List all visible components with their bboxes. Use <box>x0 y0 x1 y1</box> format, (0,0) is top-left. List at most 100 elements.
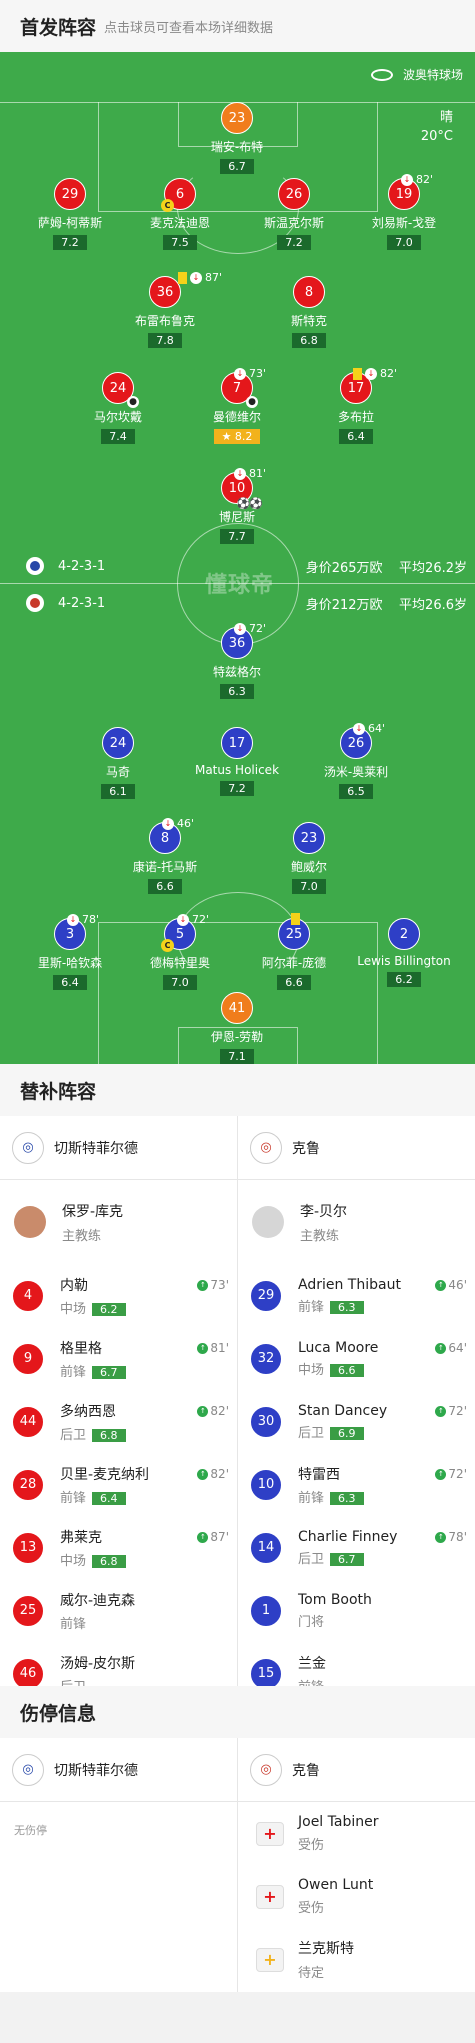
player-number: 41 <box>221 992 253 1024</box>
home-player-19[interactable]: 19 ↓ 82' 刘易斯-戈登 7.0 <box>342 173 466 250</box>
away-formation-row: 4-2-3-1 <box>26 594 105 612</box>
sub-off-icon: ↓ <box>353 722 365 735</box>
no-injury-text: 无伤停 <box>14 1824 47 1837</box>
injured-player-name: Owen Lunt <box>298 1877 374 1893</box>
player-name: 康诺-托马斯 <box>132 860 198 874</box>
home-player-goalkeeper[interactable]: 23 瑞安-布特 6.7 <box>175 102 299 174</box>
away-player-3[interactable]: 3 ↓ 78' 里斯-哈钦森 6.4 <box>8 913 132 990</box>
home-team-logo: ◎ <box>12 1753 44 1786</box>
substitution-marker: ↓ 87' <box>178 271 222 284</box>
sub-minute: 82' <box>380 367 398 380</box>
away-player-25[interactable]: 25 阿尔菲-庞德 6.6 <box>232 913 356 990</box>
away-player-17[interactable]: 17 Matus Holicek 7.2 <box>175 727 299 796</box>
injury-status: 待定 <box>298 1966 325 1981</box>
home-average-age: 平均26.2岁 <box>399 561 467 576</box>
sub-name: Tom Booth <box>298 1591 372 1608</box>
home-sub-row[interactable]: 13 弗莱克 中场 6.8 ↑ 87' <box>0 1516 237 1579</box>
sub-minute: 73' <box>249 367 267 380</box>
weather: 晴 20°C <box>421 108 453 146</box>
away-player-36[interactable]: 36 ↓ 72' 特兹格尔 6.3 <box>175 622 299 699</box>
home-player-24[interactable]: 24 ● 马尔坎戴 7.4 <box>56 372 180 444</box>
home-sub-row[interactable]: 28 贝里-麦克纳利 前锋 6.4 ↑ 82' <box>0 1453 237 1516</box>
home-team-row[interactable]: ◎ 切斯特菲尔德 <box>0 1738 237 1802</box>
sub-minute: 72' <box>448 1467 467 1481</box>
player-rating: 6.7 <box>220 159 254 174</box>
injury-title: 伤停信息 <box>20 1702 97 1725</box>
injury-header: 伤停信息 <box>0 1686 475 1738</box>
injury-section: ◎ 切斯特菲尔德 无伤停 ◎ 克鲁 + Joel Tabiner 受伤 + Owen … <box>0 1738 475 1992</box>
player-number: 24 <box>109 380 127 396</box>
player-name: 布雷布鲁克 <box>134 314 195 328</box>
sub-on-icon: ↑ <box>435 1468 447 1480</box>
injury-row[interactable]: + Joel Tabiner 受伤 <box>238 1802 475 1865</box>
home-player-7[interactable]: 7 ● ↓ 73' 曼德维尔 ★ 8.2 <box>175 367 299 444</box>
player-rating: 8.2 <box>234 430 253 443</box>
home-team-row[interactable]: ◎ 切斯特菲尔德 <box>0 1116 237 1180</box>
home-player-36[interactable]: 36 ↓ 87' 布雷布鲁克 7.8 <box>103 271 227 348</box>
player-rating: 6.2 <box>387 972 421 987</box>
away-player-8[interactable]: 8 ↓ 46' 康诺-托马斯 6.6 <box>103 817 227 894</box>
away-formation: 4-2-3-1 <box>58 595 106 611</box>
home-player-26[interactable]: 26 斯温克尔斯 7.2 <box>232 178 356 250</box>
player-rating: 7.4 <box>101 429 135 444</box>
home-player-29[interactable]: 29 萨姆-柯蒂斯 7.2 <box>8 178 132 250</box>
subs-section: ◎ 切斯特菲尔德 保罗-库克 主教练 4 内勒 中场 6.2 ↑ 73' 9 格里格 前锋 6.7… <box>0 1116 475 1695</box>
sub-on-icon: ↑ <box>435 1405 447 1417</box>
away-sub-row[interactable]: 10 特雷西 前锋 6.3 ↑ 72' <box>238 1453 475 1516</box>
player-name: 斯温克尔斯 <box>263 216 324 230</box>
assist-icon: ● <box>246 396 258 408</box>
sub-minute: 72' <box>192 913 210 926</box>
player-rating: 7.8 <box>148 333 182 348</box>
sub-rating: 6.3 <box>330 1491 364 1505</box>
away-player-24[interactable]: 24 马奇 6.1 <box>56 727 180 799</box>
substitution-marker: ↓ 72' <box>234 622 266 635</box>
lineup-title: 首发阵容 <box>20 16 97 39</box>
away-player-2[interactable]: 2 Lewis Billington 6.2 <box>342 918 466 987</box>
sub-minute: 87' <box>210 1530 229 1544</box>
player-number: 8 <box>160 830 170 846</box>
player-rating: 6.5 <box>339 784 373 799</box>
home-player-17[interactable]: 17 ↓ 82' 多布拉 6.4 <box>294 367 418 444</box>
away-player-23[interactable]: 23 鲍威尔 7.0 <box>247 822 371 894</box>
home-sub-row[interactable]: 4 内勒 中场 6.2 ↑ 73' <box>0 1264 237 1327</box>
away-player-5[interactable]: 5C ↓ 72' 德梅特里奥 7.0 <box>118 913 242 990</box>
home-player-6[interactable]: 6C 麦克法迪恩 7.5 <box>118 178 242 250</box>
injury-row[interactable]: + 兰克斯特 待定 <box>238 1928 475 1991</box>
sub-rating: 6.8 <box>92 1554 126 1568</box>
home-subs: ◎ 切斯特菲尔德 保罗-库克 主教练 4 内勒 中场 6.2 ↑ 73' 9 格里格 前锋 6.7… <box>0 1116 237 1705</box>
away-average-age: 平均26.6岁 <box>399 598 467 613</box>
away-sub-row[interactable]: 29 Adrien Thibaut 前锋 6.3 ↑ 46' <box>238 1264 475 1327</box>
sub-number: 9 <box>12 1342 44 1375</box>
home-sub-row[interactable]: 9 格里格 前锋 6.7 ↑ 81' <box>0 1327 237 1390</box>
away-sub-row[interactable]: 32 Luca Moore 中场 6.6 ↑ 64' <box>238 1327 475 1390</box>
player-name: 萨姆-柯蒂斯 <box>37 216 103 230</box>
away-player-26[interactable]: 26 ↓ 64' 汤米-奥莱利 6.5 <box>294 722 418 799</box>
avatar <box>252 1206 284 1238</box>
away-team-row[interactable]: ◎ 克鲁 <box>238 1738 475 1802</box>
sub-minute: 46' <box>177 817 195 830</box>
injury-row[interactable]: + Owen Lunt 受伤 <box>238 1865 475 1928</box>
player-name: Matus Holicek <box>194 763 280 777</box>
home-sub-row[interactable]: 44 多纳西恩 后卫 6.8 ↑ 82' <box>0 1390 237 1453</box>
sub-name: 汤姆-皮尔斯 <box>60 1655 136 1672</box>
home-player-10[interactable]: 10 ⚽⚽ ↓ 81' 博尼斯 7.7 <box>175 467 299 544</box>
away-sub-row[interactable]: 14 Charlie Finney 后卫 6.7 ↑ 78' <box>238 1516 475 1579</box>
sub-minute: 87' <box>205 271 223 284</box>
sub-name: 兰金 <box>298 1655 326 1672</box>
home-player-8[interactable]: 8 斯特克 6.8 <box>247 276 371 348</box>
home-sub-row[interactable]: 25 威尔-迪克森 前锋 <box>0 1579 237 1642</box>
player-name: 鲍威尔 <box>290 860 327 874</box>
away-player-goalkeeper[interactable]: 41 伊恩-劳勒 7.1 <box>175 992 299 1064</box>
away-coach[interactable]: 李-贝尔 主教练 <box>238 1180 475 1264</box>
home-coach[interactable]: 保罗-库克 主教练 <box>0 1180 237 1264</box>
sub-minute: 82' <box>210 1404 229 1418</box>
player-number: 19 <box>395 186 413 202</box>
player-name: Lewis Billington <box>357 954 451 968</box>
away-sub-row[interactable]: 30 Stan Dancey 后卫 6.9 ↑ 72' <box>238 1390 475 1453</box>
sub-number: 4 <box>12 1279 44 1312</box>
goals-icon: ⚽⚽ <box>236 497 263 510</box>
away-team-row[interactable]: ◎ 克鲁 <box>238 1116 475 1180</box>
away-sub-row[interactable]: 1 Tom Booth 门将 <box>238 1579 475 1642</box>
player-name: 刘易斯-戈登 <box>371 216 437 230</box>
player-rating: 7.0 <box>292 879 326 894</box>
